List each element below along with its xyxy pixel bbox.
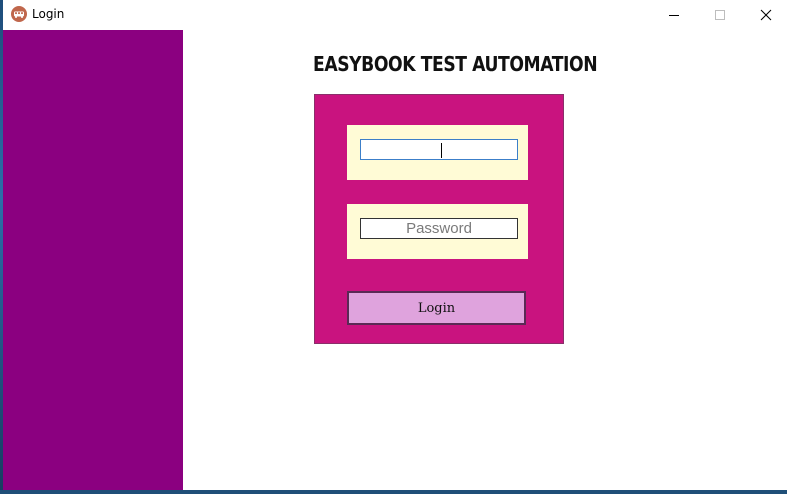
username-field-container [347,125,528,180]
login-form-panel: Login [314,94,564,344]
close-button[interactable] [743,0,787,30]
bus-app-icon [11,6,27,22]
password-field-container [347,204,528,259]
minimize-button[interactable] [651,0,697,30]
login-button[interactable]: Login [347,291,526,325]
maximize-button[interactable] [697,0,743,30]
maximize-icon [714,6,726,25]
sidebar-panel [3,30,183,490]
text-caret [441,143,442,158]
main-content: EASYBOOK TEST AUTOMATION Login [183,30,787,490]
title-bar[interactable]: Login [3,0,787,30]
page-title: EASYBOOK TEST AUTOMATION [313,52,598,76]
close-icon [760,6,772,25]
minimize-icon [668,6,680,25]
taskbar-edge [0,490,787,494]
window-title: Login [32,7,65,21]
login-window: Login EASYBOOK TEST AUTOMATION Login [3,0,787,490]
username-input[interactable] [360,139,518,160]
password-input[interactable] [360,218,518,239]
